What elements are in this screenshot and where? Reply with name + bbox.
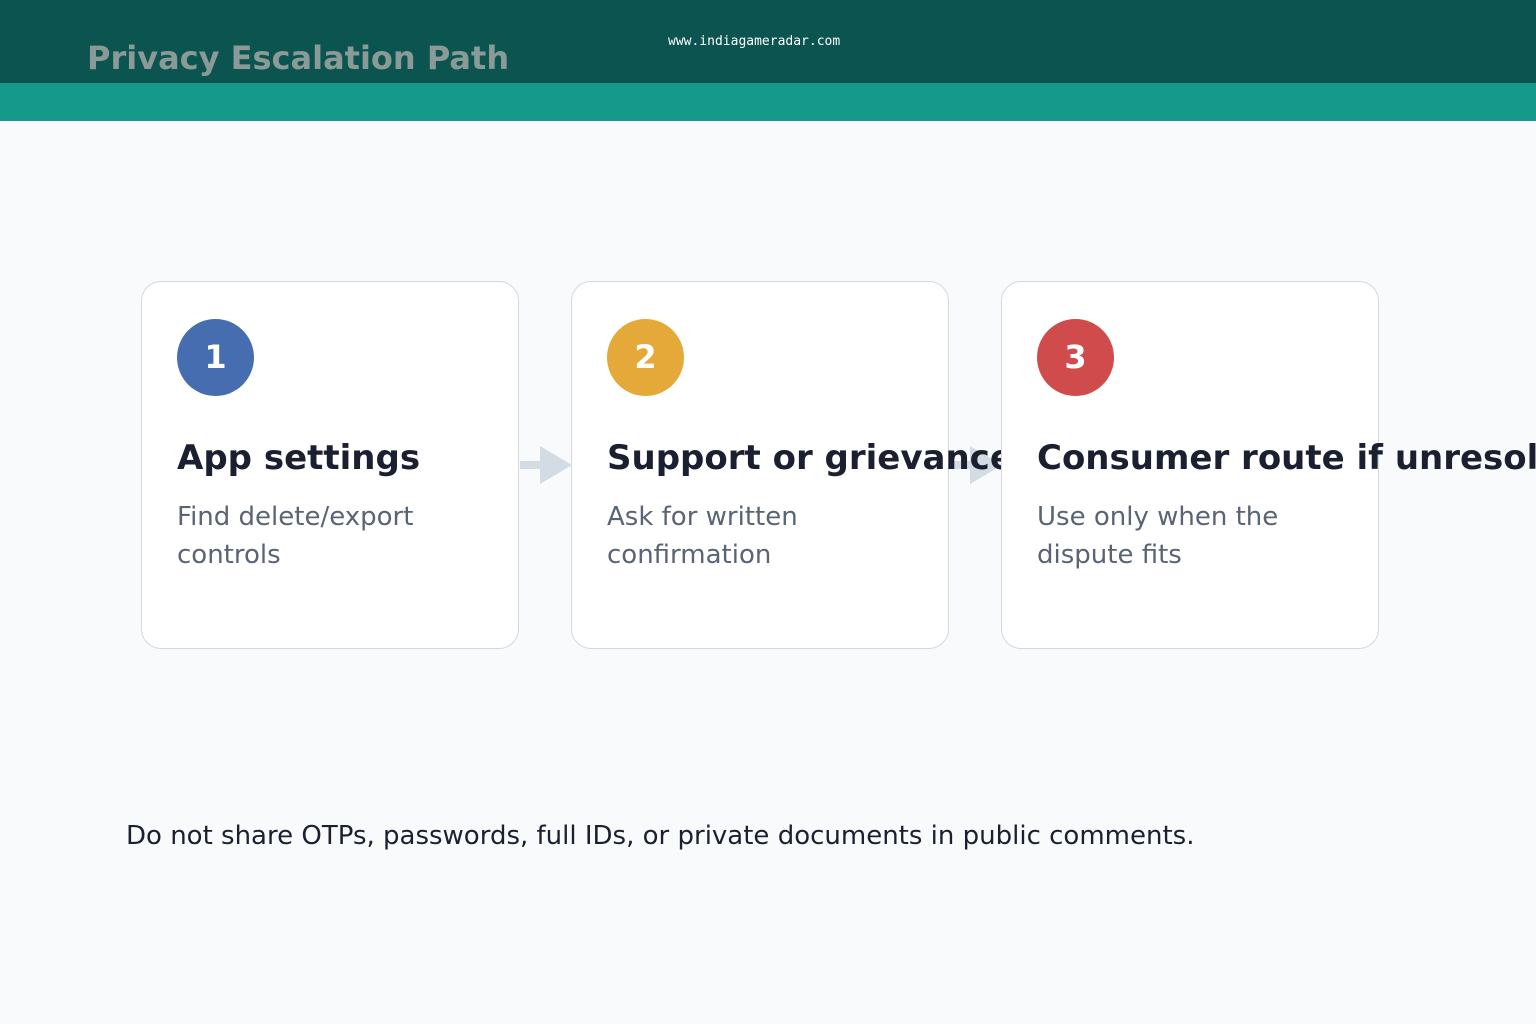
site-watermark: www.indiagameradar.com bbox=[668, 34, 841, 49]
step-number-badge: 1 bbox=[177, 319, 254, 396]
step-title: Consumer route if unresolved bbox=[1037, 438, 1536, 478]
step-title: Support or grievance bbox=[607, 438, 1013, 478]
privacy-escalation-diagram: Privacy Escalation Path www.indiagamerad… bbox=[0, 0, 1536, 1024]
header-bar: Privacy Escalation Path www.indiagamerad… bbox=[0, 0, 1536, 83]
arrow-right-icon bbox=[520, 446, 572, 484]
page-title: Privacy Escalation Path bbox=[87, 39, 510, 77]
step-card-2: 2 Support or grievance Ask for written c… bbox=[571, 281, 1013, 649]
step-description: Use only when the dispute fits bbox=[1037, 502, 1279, 570]
accent-band bbox=[0, 83, 1536, 121]
step-card-3: 3 Consumer route if unresolved Use only … bbox=[1001, 281, 1536, 649]
step-number-badge: 2 bbox=[607, 319, 684, 396]
step-card-1: 1 App settings Find delete/export contro… bbox=[141, 281, 519, 649]
step-description: Find delete/export controls bbox=[177, 502, 414, 570]
step-number-badge: 3 bbox=[1037, 319, 1114, 396]
privacy-warning-note: Do not share OTPs, passwords, full IDs, … bbox=[126, 821, 1195, 851]
step-description: Ask for written confirmation bbox=[607, 502, 798, 570]
step-title: App settings bbox=[177, 438, 421, 478]
